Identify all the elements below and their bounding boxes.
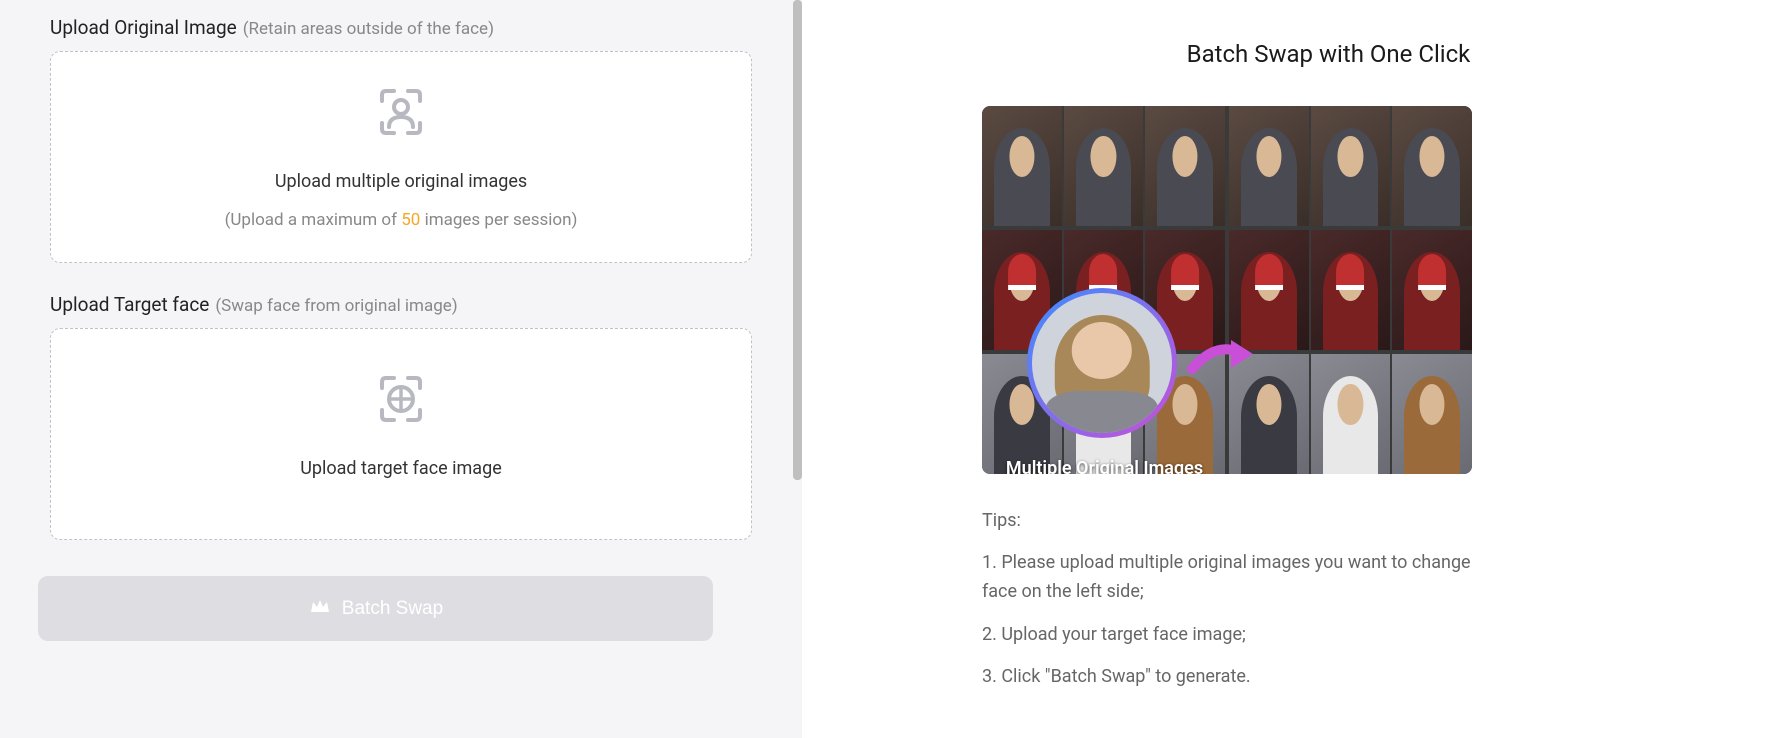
limit-number: 50 — [401, 210, 420, 230]
batch-swap-button[interactable]: Batch Swap — [38, 576, 713, 641]
original-section-header: Upload Original Image (Retain areas outs… — [50, 16, 752, 39]
tip-3: 3. Click "Batch Swap" to generate. — [982, 663, 1472, 692]
crown-icon — [308, 594, 332, 624]
upload-face-icon — [374, 372, 428, 430]
target-section-title: Upload Target face — [50, 293, 209, 316]
arrow-icon — [1187, 334, 1259, 388]
tip-2: 2. Upload your target face image; — [982, 621, 1472, 650]
original-section-subtitle: (Retain areas outside of the face) — [243, 19, 494, 39]
right-title: Batch Swap with One Click — [952, 40, 1705, 68]
target-face-circle — [1027, 288, 1177, 438]
tip-1: 1. Please upload multiple original image… — [982, 549, 1472, 607]
upload-original-limit: (Upload a maximum of 50 images per sessi… — [225, 210, 578, 230]
batch-swap-button-label: Batch Swap — [342, 598, 443, 620]
left-panel: Upload Original Image (Retain areas outs… — [0, 0, 802, 738]
overlay-line-1: Multiple Original Images — [992, 456, 1217, 474]
upload-person-icon — [374, 85, 428, 143]
original-section-title: Upload Original Image — [50, 16, 237, 39]
upload-original-text: Upload multiple original images — [275, 171, 527, 192]
limit-suffix: images per session) — [420, 210, 577, 230]
tips-section: Tips: 1. Please upload multiple original… — [982, 510, 1472, 706]
right-panel: Batch Swap with One Click — [802, 0, 1765, 738]
tips-label: Tips: — [982, 510, 1472, 531]
demo-image: Multiple Original Images Batch Swap — [982, 106, 1472, 474]
target-section-header: Upload Target face (Swap face from origi… — [50, 293, 752, 316]
scrollbar-thumb[interactable] — [793, 0, 802, 480]
upload-target-dropzone[interactable]: Upload target face image — [50, 328, 752, 540]
limit-prefix: (Upload a maximum of — [225, 210, 402, 230]
demo-overlay-text: Multiple Original Images Batch Swap — [992, 456, 1217, 474]
upload-target-text: Upload target face image — [300, 458, 502, 479]
target-section-subtitle: (Swap face from original image) — [215, 296, 457, 316]
upload-original-dropzone[interactable]: Upload multiple original images (Upload … — [50, 51, 752, 263]
